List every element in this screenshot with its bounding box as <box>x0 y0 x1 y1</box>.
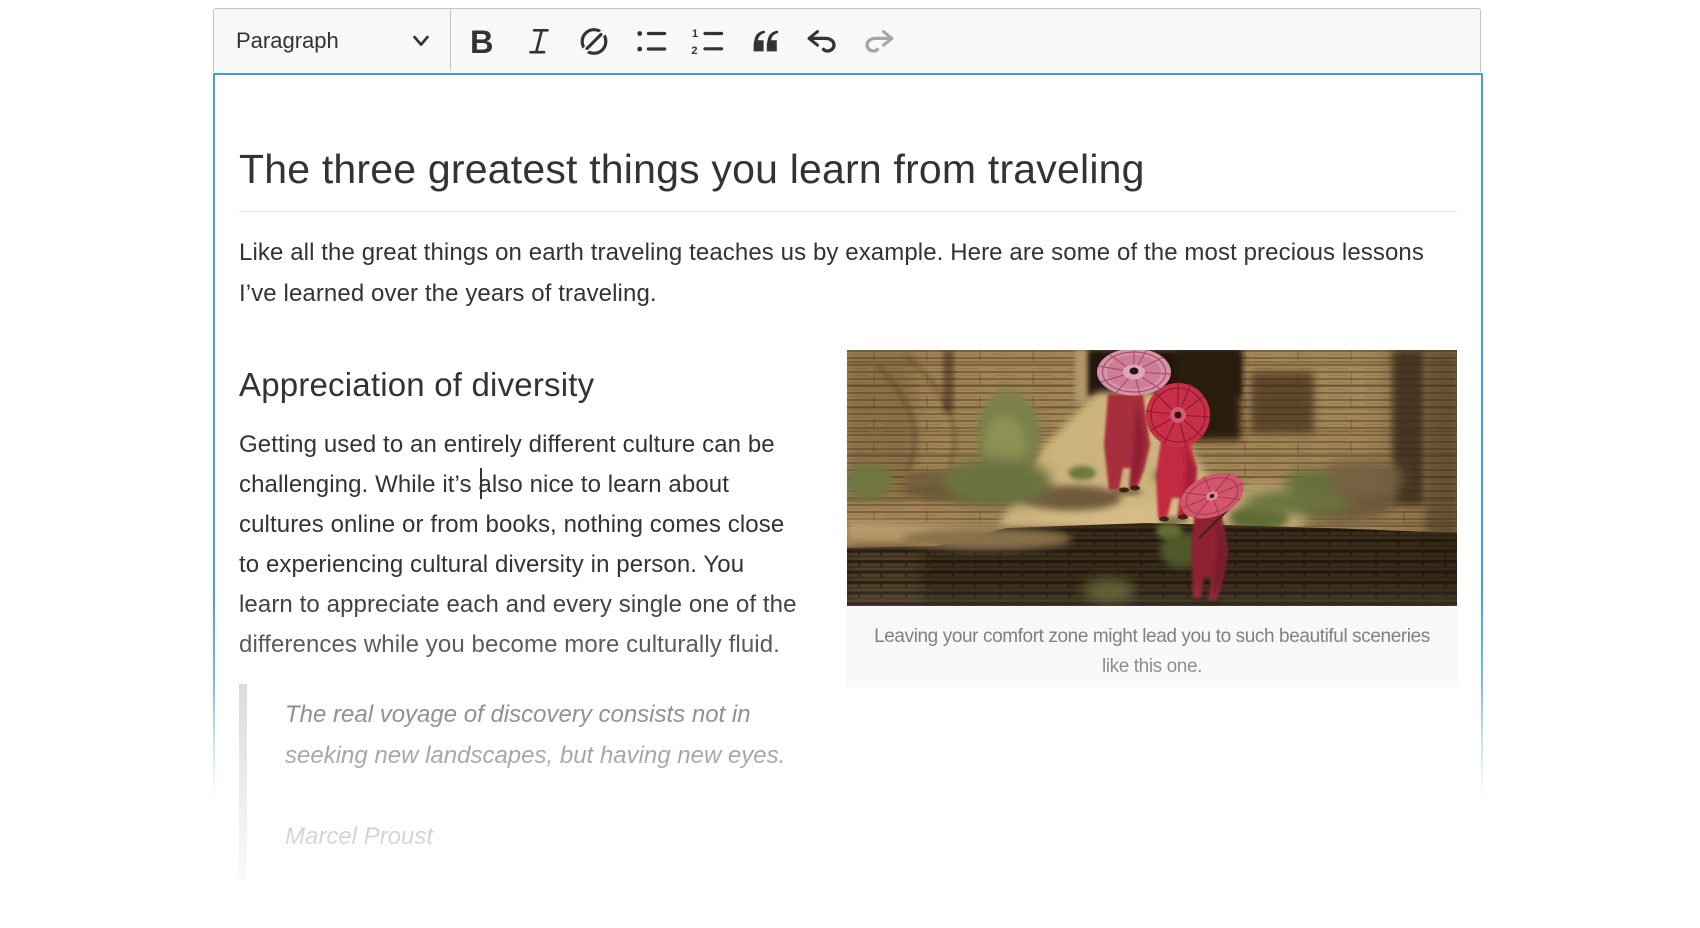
svg-text:2: 2 <box>691 45 697 56</box>
svg-text:1: 1 <box>692 28 698 40</box>
